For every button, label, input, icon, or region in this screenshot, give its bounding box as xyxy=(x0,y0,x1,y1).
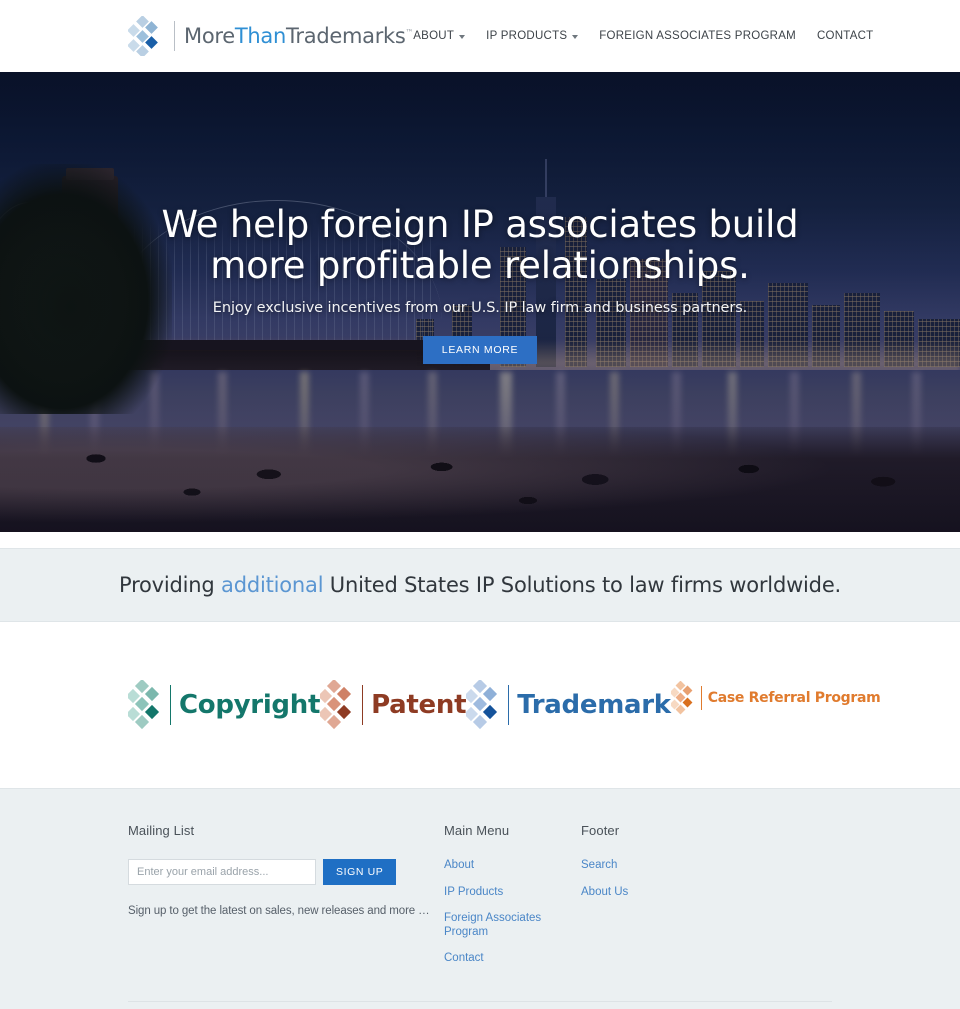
footer-link-about-us[interactable]: About Us xyxy=(581,886,761,900)
brand-name: MoreThanTrademarks™ xyxy=(184,24,414,48)
diamond-cluster-icon xyxy=(669,680,695,715)
main-navigation: ABOUT IP PRODUCTS FOREIGN ASSOCIATES PRO… xyxy=(413,30,873,42)
nav-item-about-label: ABOUT xyxy=(413,30,455,42)
product-logo-copyright-label: Copyright xyxy=(179,690,321,720)
footer-columns: Mailing List SIGN UP Sign up to get the … xyxy=(128,823,832,979)
footer-link-foreign-associates-program[interactable]: Foreign Associates Program xyxy=(444,912,581,939)
hero-content: We help foreign IP associates build more… xyxy=(0,204,960,364)
footer-menu-heading: Footer xyxy=(581,823,620,838)
footer-link-contact[interactable]: Contact xyxy=(444,952,581,966)
email-input[interactable] xyxy=(128,859,316,885)
tagline-band: Providing additional United States IP So… xyxy=(0,548,960,622)
logo-divider xyxy=(700,686,702,710)
diamond-cluster-icon xyxy=(318,678,354,730)
brand-divider xyxy=(174,21,175,51)
product-logo-copyright[interactable]: Copyright xyxy=(125,678,321,730)
brand-logo[interactable]: MoreThanTrademarks™ xyxy=(127,15,414,58)
learn-more-button[interactable]: LEARN MORE xyxy=(422,336,538,364)
product-logo-case-referral-program-label: Case Referral Program xyxy=(707,690,881,706)
mailing-list-form: SIGN UP xyxy=(128,859,444,885)
chevron-down-icon xyxy=(459,35,466,39)
tagline-accent-word: additional xyxy=(221,573,324,597)
tagline-after: United States IP Solutions to law firms … xyxy=(323,573,842,597)
mailing-list-heading: Mailing List xyxy=(128,823,195,838)
footer-column-main-menu: Main Menu About IP Products Foreign Asso… xyxy=(444,823,581,979)
nav-item-ip-products[interactable]: IP PRODUCTS xyxy=(486,30,579,42)
footer-bottom-bar: © 2018 More than Trademarks LLC Built by… xyxy=(128,1000,832,1009)
hero-title: We help foreign IP associates build more… xyxy=(70,204,890,286)
product-logo-trademark[interactable]: Trademark xyxy=(464,678,671,730)
hero-title-line1: We help foreign IP associates build xyxy=(161,203,799,246)
nav-item-about[interactable]: ABOUT xyxy=(413,30,466,42)
product-logo-patent[interactable]: Patent xyxy=(318,678,467,730)
diamond-cluster-icon xyxy=(125,678,162,730)
logo-divider xyxy=(362,685,364,725)
chevron-down-icon xyxy=(572,35,579,39)
main-menu-heading: Main Menu xyxy=(444,823,510,838)
footer-link-about[interactable]: About xyxy=(444,859,581,873)
footer-column-mailing-list: Mailing List SIGN UP Sign up to get the … xyxy=(128,823,444,979)
logo-divider xyxy=(508,685,510,725)
logo-divider xyxy=(170,685,171,725)
brand-trademark-symbol: ™ xyxy=(405,28,414,37)
sign-up-button[interactable]: SIGN UP xyxy=(323,859,397,885)
site-footer: Mailing List SIGN UP Sign up to get the … xyxy=(0,788,960,1009)
product-logo-case-referral-program[interactable]: Case Referral Program xyxy=(669,680,881,715)
nav-item-ip-products-label: IP PRODUCTS xyxy=(486,30,568,42)
tagline-text: Providing additional United States IP So… xyxy=(119,573,841,597)
tagline-before: Providing xyxy=(118,573,222,597)
brand-name-more: More xyxy=(184,24,235,48)
footer-column-footer-menu: Footer Search About Us xyxy=(581,823,761,979)
nav-item-foreign-associates-program-label: FOREIGN ASSOCIATES PROGRAM xyxy=(599,30,796,42)
mailing-list-note: Sign up to get the latest on sales, new … xyxy=(128,905,430,917)
brand-name-trademarks: Trademarks xyxy=(285,24,406,48)
product-logo-trademark-label: Trademark xyxy=(517,690,671,720)
hero-title-line2: more profitable relationships. xyxy=(210,244,750,287)
footer-link-ip-products[interactable]: IP Products xyxy=(444,886,581,900)
hero-banner: We help foreign IP associates build more… xyxy=(0,72,960,532)
footer-link-search[interactable]: Search xyxy=(581,859,761,873)
diamond-cluster-logo-icon xyxy=(127,15,166,58)
product-logo-patent-label: Patent xyxy=(371,690,467,720)
nav-item-contact[interactable]: CONTACT xyxy=(817,30,873,42)
site-header: MoreThanTrademarks™ ABOUT IP PRODUCTS FO… xyxy=(0,0,960,72)
brand-name-than: Than xyxy=(234,24,286,48)
product-logo-strip: Copyright Patent Trademark Case Referral… xyxy=(0,622,960,788)
diamond-cluster-icon xyxy=(464,678,500,730)
nav-item-foreign-associates-program[interactable]: FOREIGN ASSOCIATES PROGRAM xyxy=(599,30,796,42)
nav-item-contact-label: CONTACT xyxy=(816,30,874,42)
hero-subtitle: Enjoy exclusive incentives from our U.S.… xyxy=(212,300,748,316)
